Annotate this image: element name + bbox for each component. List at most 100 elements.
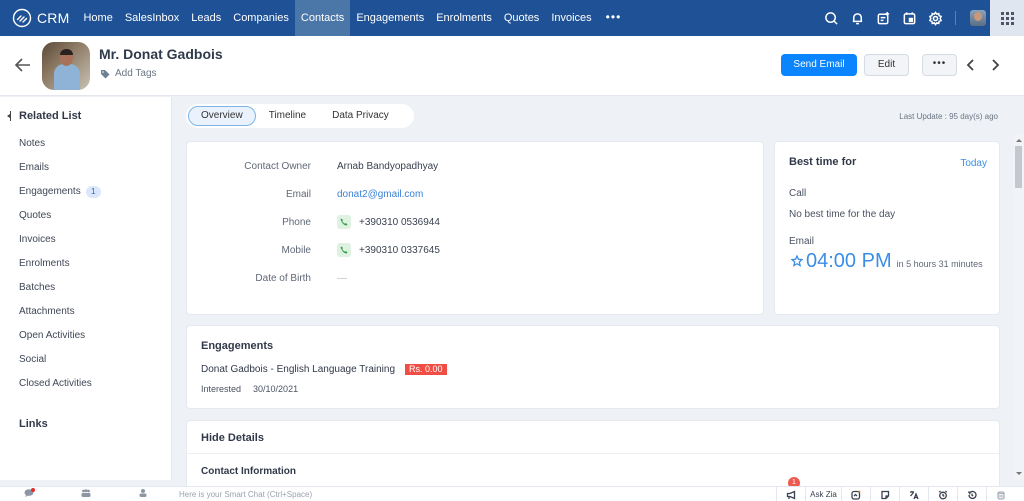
related-list-item-enrolments[interactable]: Enrolments	[19, 255, 101, 279]
engagement-item[interactable]: Donat Gadbois - English Language Trainin…	[201, 364, 447, 375]
call-best-time-value: No best time for the day	[789, 209, 896, 220]
back-button[interactable]	[14, 56, 32, 74]
related-list-item-attachments[interactable]: Attachments	[19, 303, 101, 327]
mobile-field[interactable]: +390310 0337645	[337, 243, 440, 257]
more-actions-button[interactable]: •••	[922, 54, 957, 76]
search-button[interactable]	[819, 0, 843, 36]
email-field[interactable]: donat2@gmail.com	[337, 189, 423, 200]
more-modules-button[interactable]: •••	[598, 0, 630, 36]
links-section-title: Links	[19, 418, 48, 430]
compose-button[interactable]	[871, 0, 895, 36]
tab-overview[interactable]: Overview	[188, 106, 256, 126]
signals-button[interactable]	[841, 487, 870, 501]
phone-icon	[340, 218, 348, 226]
phone-field[interactable]: +390310 0536944	[337, 215, 440, 229]
nav-tab-enrolments[interactable]: Enrolments	[430, 0, 498, 36]
smart-chat-input[interactable]: Here is your Smart Chat (Ctrl+Space)	[179, 490, 312, 499]
signals-icon	[851, 490, 861, 500]
module-tabs: Home SalesInbox Leads Companies Contacts Enga…	[77, 0, 597, 36]
nav-tab-contacts[interactable]: Contacts	[294, 0, 351, 36]
translate-button[interactable]	[899, 487, 928, 501]
nav-tab-salesinbox[interactable]: SalesInbox	[119, 0, 185, 36]
user-profile-button[interactable]	[966, 0, 990, 36]
email-label: Email	[789, 236, 815, 247]
previous-record-button[interactable]	[965, 58, 977, 72]
ask-zia-button[interactable]: Ask Zia	[805, 487, 841, 501]
related-list-item-emails[interactable]: Emails	[19, 159, 101, 183]
top-navigation-bar: CRM Home SalesInbox Leads Companies Contacts…	[0, 0, 1024, 36]
call-button[interactable]	[337, 215, 351, 229]
mobile-value: +390310 0337645	[359, 244, 440, 256]
related-list-item-engagements[interactable]: Engagements 1	[19, 183, 101, 207]
compose-icon	[877, 11, 889, 24]
contact-owner-field[interactable]: Arnab Bandyopadhyay	[337, 161, 438, 172]
tag-icon	[101, 69, 110, 78]
engagements-card: Engagements Donat Gadbois - English Lang…	[186, 325, 1000, 409]
last-update-text: Last Update : 95 day(s) ago	[899, 112, 998, 121]
nav-tab-leads[interactable]: Leads	[185, 0, 227, 36]
tab-timeline[interactable]: Timeline	[256, 106, 319, 126]
related-list-item-quotes[interactable]: Quotes	[19, 207, 101, 231]
calendar-button[interactable]	[897, 0, 921, 36]
record-view-tabs: Overview Timeline Data Privacy	[186, 104, 414, 128]
scrollbar-thumb[interactable]	[1015, 146, 1022, 188]
recent-items-button[interactable]	[957, 487, 986, 501]
nav-tab-companies[interactable]: Companies	[227, 0, 295, 36]
engagement-amount-badge: Rs. 0.00	[405, 364, 447, 375]
apps-grid-button[interactable]	[990, 0, 1024, 36]
reminders-button[interactable]	[928, 487, 957, 501]
related-list-item-label: Quotes	[19, 210, 52, 221]
settings-button[interactable]	[923, 0, 947, 36]
crm-logo-icon	[12, 8, 32, 28]
email-best-time: 04:00 PM in 5 hours 31 minutes	[791, 250, 983, 273]
crm-logo[interactable]: CRM	[0, 8, 77, 28]
unread-dot	[31, 488, 35, 492]
apps-grid-icon	[1000, 11, 1014, 25]
person-icon	[139, 489, 146, 497]
related-list-item-social[interactable]: Social	[19, 351, 101, 375]
related-list-item-closed-activities[interactable]: Closed Activities	[19, 375, 101, 399]
edit-button[interactable]: Edit	[864, 54, 909, 76]
related-list-item-open-activities[interactable]: Open Activities	[19, 327, 101, 351]
nav-tab-quotes[interactable]: Quotes	[498, 0, 545, 36]
related-list-item-label: Batches	[19, 282, 56, 293]
related-list-item-batches[interactable]: Batches	[19, 279, 101, 303]
add-tags-button[interactable]: Add Tags	[100, 68, 157, 79]
chat-shortcuts	[0, 487, 172, 501]
calendar-icon	[903, 11, 915, 24]
related-list-item-notes[interactable]: Notes	[19, 135, 101, 159]
announcements-button[interactable]	[776, 487, 805, 501]
search-icon	[824, 11, 838, 25]
chats-button[interactable]	[0, 487, 57, 501]
notes-button[interactable]	[870, 487, 899, 501]
tab-data-privacy[interactable]: Data Privacy	[319, 106, 402, 126]
send-email-button[interactable]: Send Email	[781, 54, 857, 76]
nav-tab-home[interactable]: Home	[77, 0, 118, 36]
related-list-item-invoices[interactable]: Invoices	[19, 231, 101, 255]
email-best-time-relative: in 5 hours 31 minutes	[896, 259, 983, 269]
related-list-item-label: Closed Activities	[19, 378, 92, 389]
contact-photo[interactable]	[42, 42, 90, 90]
mobile-label: Mobile	[281, 245, 311, 256]
app-name: CRM	[37, 10, 70, 26]
next-record-button[interactable]	[989, 58, 1001, 72]
scroll-down-arrow[interactable]	[1016, 472, 1022, 478]
nav-tab-engagements[interactable]: Engagements	[350, 0, 430, 36]
call-button[interactable]	[337, 243, 351, 257]
contacts-button[interactable]	[114, 487, 171, 501]
recycle-bin-button[interactable]	[986, 487, 1015, 501]
sticky-note-icon	[881, 490, 890, 499]
chevron-left-icon	[966, 59, 974, 71]
hide-details-toggle[interactable]: Hide Details	[201, 432, 264, 444]
collapse-sidebar-icon[interactable]	[5, 111, 11, 121]
notifications-button[interactable]	[845, 0, 869, 36]
channels-button[interactable]	[57, 487, 114, 501]
star-icon	[791, 255, 803, 267]
engagement-name[interactable]: Donat Gadbois - English Language Trainin…	[201, 364, 395, 375]
nav-separator	[955, 11, 956, 25]
related-list-item-label: Emails	[19, 162, 50, 173]
nav-tab-invoices[interactable]: Invoices	[545, 0, 597, 36]
best-time-day-selector[interactable]: Today	[960, 158, 987, 169]
scroll-up-arrow[interactable]	[1016, 136, 1022, 142]
main-scrollbar[interactable]	[1013, 134, 1024, 480]
